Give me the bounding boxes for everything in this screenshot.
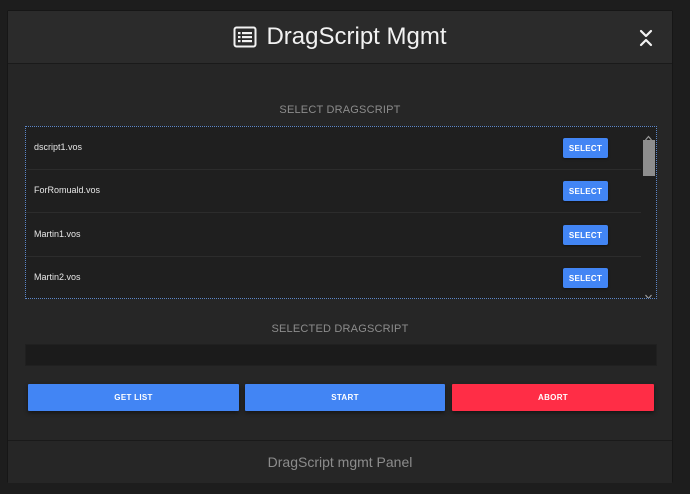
panel-header: DragScript Mgmt (8, 11, 672, 64)
script-name: dscript1.vos (34, 142, 83, 152)
collapse-chevrons-icon[interactable] (637, 27, 655, 49)
list-scrollbar[interactable] (641, 127, 656, 298)
list-alt-icon (233, 25, 257, 49)
dragscript-list: dscript1.vos SELECT ForRomuald.vos SELEC… (25, 126, 657, 299)
select-button[interactable]: SELECT (563, 225, 608, 245)
select-button[interactable]: SELECT (563, 181, 608, 201)
script-name: Martin1.vos (34, 229, 81, 239)
start-button[interactable]: START (245, 384, 445, 411)
selected-dragscript-field (25, 344, 657, 366)
list-item: ForRomuald.vos SELECT (26, 170, 641, 213)
selected-dragscript-label: SELECTED DRAGSCRIPT (271, 323, 409, 335)
select-button[interactable]: SELECT (563, 268, 608, 288)
panel-footer: DragScript mgmt Panel (8, 440, 672, 483)
scroll-up-icon[interactable] (644, 129, 653, 141)
footer-text: DragScript mgmt Panel (267, 454, 413, 470)
list-item: dscript1.vos SELECT (26, 127, 641, 170)
script-name: Martin2.vos (34, 272, 81, 282)
panel-title: DragScript Mgmt (266, 23, 447, 50)
get-list-button[interactable]: GET LIST (28, 384, 239, 411)
scroll-down-icon[interactable] (644, 288, 653, 298)
list-item: Martin1.vos SELECT (26, 214, 641, 257)
select-dragscript-label: SELECT DRAGSCRIPT (279, 104, 401, 116)
scrollbar-thumb[interactable] (643, 140, 655, 176)
dragscript-panel: DragScript Mgmt SELECT DRAGSCRIPT dscrip… (7, 10, 673, 483)
abort-button[interactable]: ABORT (452, 384, 654, 411)
script-name: ForRomuald.vos (34, 185, 101, 195)
select-button[interactable]: SELECT (563, 138, 608, 158)
list-item: Martin2.vos SELECT (26, 257, 641, 298)
panel-title-group: DragScript Mgmt (233, 23, 447, 51)
